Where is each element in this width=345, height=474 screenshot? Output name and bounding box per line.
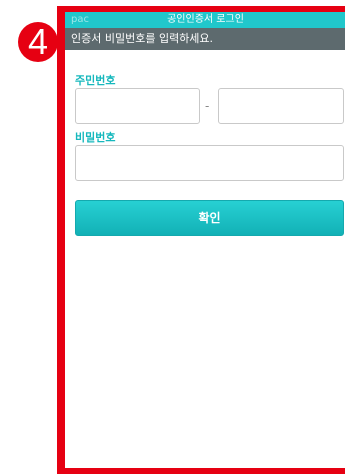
title-bar: pac 공인인증서 로그인: [65, 12, 345, 28]
resident-number-back-input[interactable]: [218, 88, 344, 124]
confirm-button[interactable]: 확인: [75, 200, 344, 236]
resident-number-label: 주민번호: [75, 74, 116, 87]
resident-number-separator: -: [205, 99, 210, 113]
password-label: 비밀번호: [75, 131, 116, 144]
password-input[interactable]: [75, 145, 344, 181]
instruction-bar: 인증서 비밀번호를 입력하세요.: [65, 28, 345, 50]
screen-title: 공인인증서 로그인: [167, 14, 244, 25]
resident-number-front-input[interactable]: [75, 88, 200, 124]
login-screen: pac 공인인증서 로그인 인증서 비밀번호를 입력하세요. 주민번호 - 비밀…: [57, 6, 345, 474]
step-number-badge: 4: [18, 22, 58, 62]
